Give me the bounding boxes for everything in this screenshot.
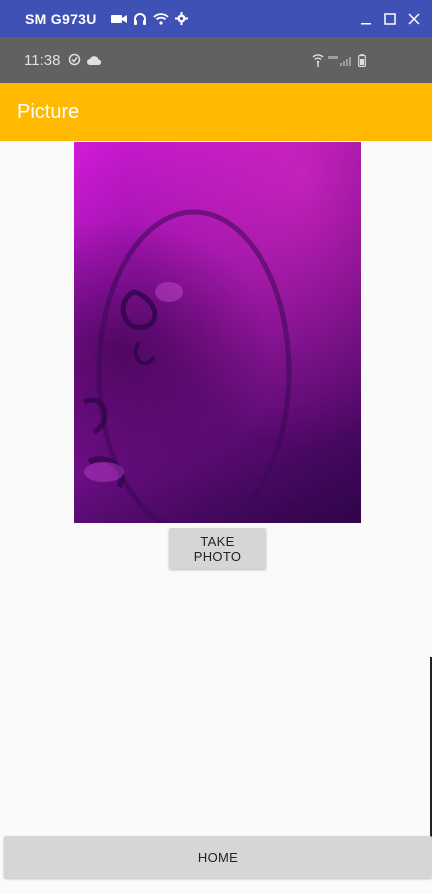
page-title: Picture bbox=[17, 100, 80, 123]
sync-icon bbox=[68, 51, 81, 70]
maximize-icon[interactable] bbox=[384, 12, 396, 25]
wifi-icon bbox=[312, 53, 324, 67]
home-button[interactable]: HOME bbox=[4, 836, 432, 878]
close-icon[interactable] bbox=[408, 12, 420, 25]
status-time: 11:38 bbox=[24, 51, 61, 69]
wifi-icon[interactable] bbox=[153, 12, 169, 25]
device-name: SM G973U bbox=[25, 10, 97, 27]
video-camera-icon[interactable] bbox=[110, 13, 127, 25]
photo-content bbox=[74, 142, 361, 523]
captured-photo-preview bbox=[74, 142, 361, 523]
take-photo-button[interactable]: TAKE PHOTO bbox=[169, 528, 266, 569]
minimize-icon[interactable] bbox=[360, 13, 372, 25]
cloud-icon bbox=[87, 51, 102, 70]
emulator-toolbar bbox=[110, 12, 188, 26]
window-controls bbox=[360, 0, 420, 37]
status-left-icons bbox=[68, 51, 102, 70]
android-status-bar: 11:38 bbox=[0, 37, 432, 83]
gear-icon[interactable] bbox=[174, 12, 188, 25]
status-right-icons bbox=[312, 37, 366, 83]
emulator-title-bar: SM G973U bbox=[0, 0, 432, 37]
headphones-icon[interactable] bbox=[133, 12, 147, 26]
battery-icon bbox=[358, 53, 366, 67]
lte-signal-icon bbox=[328, 54, 354, 66]
app-toolbar: Picture bbox=[0, 83, 432, 141]
